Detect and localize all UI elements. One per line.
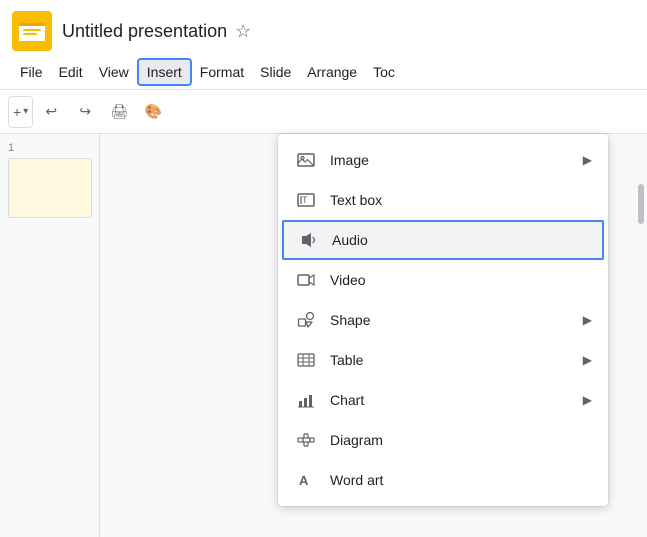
video-icon: [294, 268, 318, 292]
redo-icon: ↪: [79, 103, 91, 120]
slide-thumbnail[interactable]: [8, 158, 92, 218]
menu-file[interactable]: File: [12, 60, 51, 84]
menu-item-audio[interactable]: Audio: [282, 220, 604, 260]
svg-text:A: A: [299, 473, 309, 488]
menu-item-shape[interactable]: Shape ▶: [278, 300, 608, 340]
shape-label: Shape: [330, 312, 583, 328]
wordart-icon: A: [294, 468, 318, 492]
chevron-down-icon: ▾: [23, 106, 28, 117]
chart-label: Chart: [330, 392, 583, 408]
image-arrow: ▶: [583, 153, 592, 167]
undo-button[interactable]: ↩: [35, 96, 67, 128]
image-icon: [294, 148, 318, 172]
chart-icon: [294, 388, 318, 412]
toolbar: + ▾ ↩ ↪ 🖨 🎨: [0, 90, 647, 134]
menu-bar: File Edit View Insert Format Slide Arran…: [0, 54, 647, 90]
redo-button[interactable]: ↪: [69, 96, 101, 128]
menu-item-wordart[interactable]: A Word art: [278, 460, 608, 500]
shape-arrow: ▶: [583, 313, 592, 327]
canvas-area: Image ▶ T Text box: [100, 134, 647, 537]
menu-toc[interactable]: Toc: [365, 60, 403, 84]
audio-label: Audio: [332, 232, 590, 248]
paint-roller-icon: 🎨: [145, 103, 162, 120]
table-icon: [294, 348, 318, 372]
wordart-label: Word art: [330, 472, 592, 488]
chart-arrow: ▶: [583, 393, 592, 407]
menu-item-video[interactable]: Video: [278, 260, 608, 300]
print-icon: 🖨: [110, 103, 128, 120]
menu-item-textbox[interactable]: T Text box: [278, 180, 608, 220]
app-icon: [12, 11, 52, 51]
slide-number: 1: [8, 142, 91, 154]
menu-insert[interactable]: Insert: [137, 58, 192, 86]
paint-format-button[interactable]: 🎨: [137, 96, 169, 128]
scrollbar-thumb[interactable]: [638, 184, 644, 224]
slide-panel: 1: [0, 134, 100, 537]
menu-format[interactable]: Format: [192, 60, 252, 84]
svg-text:T: T: [302, 195, 308, 205]
audio-icon: [296, 228, 320, 252]
textbox-label: Text box: [330, 192, 592, 208]
menu-item-table[interactable]: Table ▶: [278, 340, 608, 380]
image-label: Image: [330, 152, 583, 168]
title-bar: Untitled presentation ☆: [0, 0, 647, 54]
plus-icon: +: [13, 104, 21, 120]
video-label: Video: [330, 272, 592, 288]
insert-dropdown-menu: Image ▶ T Text box: [278, 134, 608, 506]
menu-item-image[interactable]: Image ▶: [278, 140, 608, 180]
menu-arrange[interactable]: Arrange: [299, 60, 365, 84]
undo-icon: ↩: [45, 103, 57, 120]
menu-item-diagram[interactable]: Diagram: [278, 420, 608, 460]
menu-item-chart[interactable]: Chart ▶: [278, 380, 608, 420]
scrollbar[interactable]: [635, 134, 647, 537]
diagram-icon: [294, 428, 318, 452]
print-button[interactable]: 🖨: [103, 96, 135, 128]
presentation-title[interactable]: Untitled presentation: [62, 21, 227, 42]
add-button[interactable]: + ▾: [8, 96, 33, 128]
main-area: 1 Image ▶: [0, 134, 647, 537]
menu-slide[interactable]: Slide: [252, 60, 299, 84]
textbox-icon: T: [294, 188, 318, 212]
menu-edit[interactable]: Edit: [51, 60, 91, 84]
shape-icon: [294, 308, 318, 332]
table-arrow: ▶: [583, 353, 592, 367]
menu-view[interactable]: View: [91, 60, 137, 84]
table-label: Table: [330, 352, 583, 368]
star-icon[interactable]: ☆: [235, 21, 251, 42]
diagram-label: Diagram: [330, 432, 592, 448]
